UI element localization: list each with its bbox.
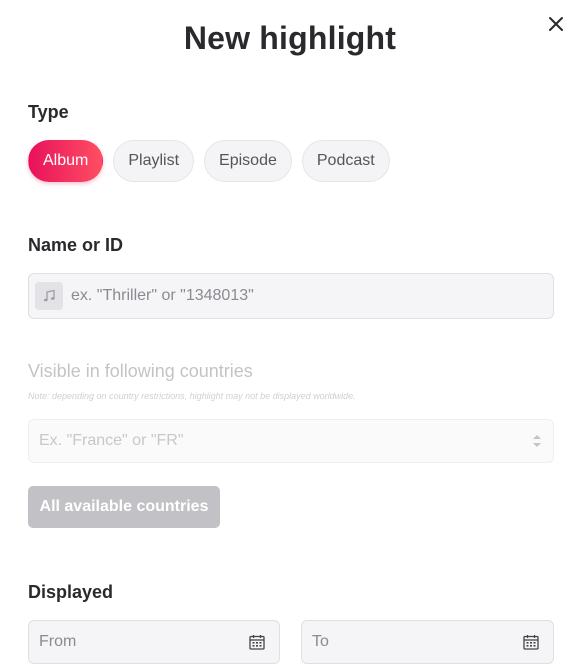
music-note-icon xyxy=(35,282,63,310)
type-chip-group: Album Playlist Episode Podcast xyxy=(28,140,390,182)
type-chip-playlist[interactable]: Playlist xyxy=(113,140,195,182)
date-to-input[interactable] xyxy=(302,621,553,663)
type-label: Type xyxy=(28,102,69,122)
type-chip-episode[interactable]: Episode xyxy=(204,140,292,182)
calendar-icon[interactable] xyxy=(249,634,265,650)
modal-title: New highlight xyxy=(183,20,397,56)
date-from-field xyxy=(28,620,280,664)
all-countries-button[interactable]: All available countries xyxy=(28,486,220,528)
displayed-label: Displayed xyxy=(28,582,114,602)
name-or-id-input[interactable] xyxy=(63,274,553,318)
type-chip-podcast[interactable]: Podcast xyxy=(301,140,390,182)
select-arrows-icon xyxy=(532,433,542,449)
countries-select[interactable] xyxy=(28,419,554,463)
name-or-id-field xyxy=(28,273,554,319)
countries-input[interactable] xyxy=(29,420,553,462)
date-from-input[interactable] xyxy=(29,621,279,663)
type-chip-album[interactable]: Album xyxy=(28,140,104,182)
countries-label: Visible in following countries xyxy=(28,361,253,381)
name-or-id-label: Name or ID xyxy=(28,235,124,255)
calendar-icon[interactable] xyxy=(523,634,539,650)
date-to-field xyxy=(301,620,554,664)
close-button[interactable] xyxy=(544,12,568,36)
close-icon xyxy=(549,17,563,31)
countries-note: Note: depending on country restrictions,… xyxy=(28,391,356,401)
